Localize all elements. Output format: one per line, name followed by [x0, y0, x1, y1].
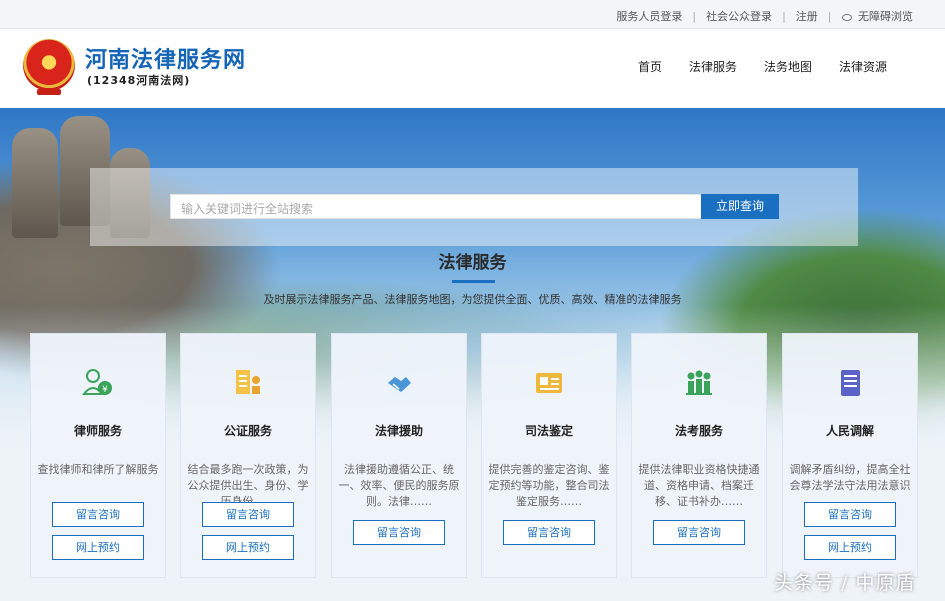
service-cards: ¥ 律师服务 查找律师和律所了解服务 留言咨询 网上预约 公证服务 结合最多跑一…: [30, 333, 920, 578]
nav-item-legal-services[interactable]: 法律服务: [689, 58, 737, 75]
mediation-book-icon: [841, 370, 860, 396]
nav-item-legal-map[interactable]: 法务地图: [764, 58, 812, 75]
card-description: 提供法律职业资格快捷通道、资格申请、档案迁移、证书补办……: [638, 463, 760, 508]
section-description: 及时展示法律服务产品、法律服务地图，为您提供全面、优质、高效、精准的法律服务: [263, 293, 682, 306]
site-subtitle: (12348河南法网): [87, 74, 191, 87]
card-title: 法律援助: [374, 424, 423, 438]
message-consult-button[interactable]: 留言咨询: [503, 520, 595, 545]
accessibility-label: 无障碍浏览: [858, 10, 913, 23]
card-title: 公证服务: [223, 424, 272, 438]
online-appointment-button[interactable]: 网上预约: [804, 535, 896, 560]
online-appointment-button[interactable]: 网上预约: [52, 535, 144, 560]
main-nav: 首页 法律服务 法务地图 法律资源: [638, 58, 914, 75]
lawyer-icon: ¥: [81, 369, 112, 395]
site-header: 河南法律服务网 (12348河南法网) 首页 法律服务 法务地图 法律资源: [0, 29, 945, 108]
site-title[interactable]: 河南法律服务网: [85, 42, 246, 74]
card-title: 法考服务: [674, 424, 723, 438]
message-consult-button[interactable]: 留言咨询: [52, 502, 144, 527]
accessibility-link[interactable]: 无障碍浏览: [841, 8, 913, 24]
site-search-input[interactable]: 输入关键词进行全站搜索: [170, 194, 702, 219]
card-title: 人民调解: [825, 424, 874, 438]
nav-item-legal-resources[interactable]: 法律资源: [839, 58, 887, 75]
appraisal-icon: [536, 373, 562, 393]
top-links: 服务人员登录 | 社会公众登录 | 注册 | 无障碍浏览: [616, 8, 913, 24]
service-card-notary[interactable]: 公证服务 结合最多跑一次政策，为公众提供出生、身份、学历身份…… 留言咨询 网上…: [180, 333, 316, 578]
card-title: 律师服务: [73, 424, 122, 438]
service-card-law-exam[interactable]: 法考服务 提供法律职业资格快捷通道、资格申请、档案迁移、证书补办…… 留言咨询: [631, 333, 767, 578]
section-underline: [452, 280, 495, 283]
notary-icon: [236, 370, 260, 394]
statue-image: [12, 128, 58, 238]
divider: |: [827, 9, 832, 23]
message-consult-button[interactable]: 留言咨询: [653, 520, 745, 545]
national-emblem-logo[interactable]: [23, 39, 75, 95]
message-consult-button[interactable]: 留言咨询: [804, 502, 896, 527]
service-card-legal-aid[interactable]: 法律援助 法律援助遵循公正、统一、效率、便民的服务原则。法律…… 留言咨询: [331, 333, 467, 578]
svg-text:¥: ¥: [102, 385, 108, 395]
service-card-judicial-appraisal[interactable]: 司法鉴定 提供完善的鉴定咨询、鉴定预约等功能，整合司法鉴定服务…… 留言咨询: [481, 333, 617, 578]
service-staff-login-link[interactable]: 服务人员登录: [616, 8, 682, 24]
divider: |: [692, 9, 697, 23]
public-login-link[interactable]: 社会公众登录: [706, 8, 772, 24]
search-button[interactable]: 立即查询: [701, 194, 779, 219]
top-utility-bar: 服务人员登录 | 社会公众登录 | 注册 | 无障碍浏览: [0, 0, 945, 29]
watermark-text: 头条号 / 中原盾: [774, 572, 916, 594]
card-title: 司法鉴定: [524, 424, 573, 438]
divider: |: [782, 9, 786, 23]
message-consult-button[interactable]: 留言咨询: [353, 520, 445, 545]
card-description: 提供完善的鉴定咨询、鉴定预约等功能，整合司法鉴定服务……: [488, 463, 610, 508]
handshake-icon: [386, 370, 412, 396]
nav-item-home[interactable]: 首页: [638, 58, 662, 75]
register-link[interactable]: 注册: [796, 8, 818, 24]
exam-icon: [686, 370, 712, 395]
service-card-mediation[interactable]: 人民调解 调解矛盾纠纷，提高全社会尊法学法守法用法意识 留言咨询 网上预约: [782, 333, 918, 578]
section-title: 法律服务: [438, 253, 507, 273]
message-consult-button[interactable]: 留言咨询: [202, 502, 294, 527]
online-appointment-button[interactable]: 网上预约: [202, 535, 294, 560]
service-card-lawyer[interactable]: ¥ 律师服务 查找律师和律所了解服务 留言咨询 网上预约: [30, 333, 166, 578]
card-description: 法律援助遵循公正、统一、效率、便民的服务原则。法律……: [338, 463, 460, 508]
eye-icon: [841, 14, 852, 21]
